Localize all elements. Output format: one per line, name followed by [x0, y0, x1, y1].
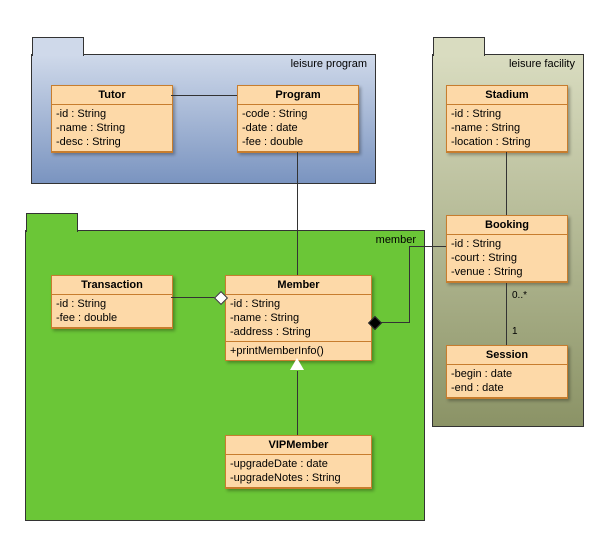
- class-attrs: -id : String -fee : double: [52, 295, 172, 328]
- attr: -fee : double: [56, 311, 168, 325]
- inherit-vip-member: [297, 371, 298, 435]
- attr: -upgradeNotes : String: [230, 471, 367, 485]
- assoc-booking-session: [506, 283, 507, 345]
- package-tab: [32, 37, 84, 56]
- multiplicity: 1: [512, 326, 518, 337]
- inheritance-arrow-icon: [290, 358, 304, 370]
- class-attrs: -id : String -name : String -desc : Stri…: [52, 105, 172, 152]
- attr: -name : String: [230, 311, 367, 325]
- class-booking: Booking -id : String -court : String -ve…: [446, 215, 568, 283]
- op: +printMemberInfo(): [230, 344, 367, 358]
- aggr-transaction-member: [171, 297, 216, 298]
- attr: -location : String: [451, 135, 563, 149]
- assoc-program-member: [297, 152, 298, 275]
- class-transaction: Transaction -id : String -fee : double: [51, 275, 173, 329]
- attr: -fee : double: [242, 135, 354, 149]
- class-title: Stadium: [447, 86, 567, 105]
- class-attrs: -id : String -court : String -venue : St…: [447, 235, 567, 282]
- class-tutor: Tutor -id : String -name : String -desc …: [51, 85, 173, 153]
- class-attrs: -id : String -name : String -address : S…: [226, 295, 371, 342]
- class-title: Member: [226, 276, 371, 295]
- class-title: Booking: [447, 216, 567, 235]
- class-attrs: -begin : date -end : date: [447, 365, 567, 398]
- attr: -end : date: [451, 381, 563, 395]
- comp-member-booking-v: [409, 246, 410, 323]
- comp-member-booking-h2: [409, 246, 446, 247]
- package-tab: [26, 213, 78, 232]
- attr: -address : String: [230, 325, 367, 339]
- class-title: VIPMember: [226, 436, 371, 455]
- class-title: Transaction: [52, 276, 172, 295]
- class-member: Member -id : String -name : String -addr…: [225, 275, 372, 361]
- attr: -begin : date: [451, 367, 563, 381]
- class-program: Program -code : String -date : date -fee…: [237, 85, 359, 153]
- package-tab: [433, 37, 485, 56]
- attr: -code : String: [242, 107, 354, 121]
- attr: -id : String: [451, 237, 563, 251]
- attr: -name : String: [451, 121, 563, 135]
- class-title: Program: [238, 86, 358, 105]
- class-attrs: -code : String -date : date -fee : doubl…: [238, 105, 358, 152]
- class-title: Tutor: [52, 86, 172, 105]
- package-label: member: [376, 234, 416, 246]
- attr: -desc : String: [56, 135, 168, 149]
- attr: -upgradeDate : date: [230, 457, 367, 471]
- attr: -id : String: [56, 297, 168, 311]
- class-title: Session: [447, 346, 567, 365]
- class-attrs: -id : String -name : String -location : …: [447, 105, 567, 152]
- comp-member-booking: [380, 322, 409, 323]
- multiplicity: 0..*: [512, 290, 527, 301]
- package-label: leisure facility: [509, 58, 575, 70]
- class-stadium: Stadium -id : String -name : String -loc…: [446, 85, 568, 153]
- attr: -id : String: [451, 107, 563, 121]
- attr: -name : String: [56, 121, 168, 135]
- attr: -venue : String: [451, 265, 563, 279]
- assoc-stadium-booking: [506, 152, 507, 215]
- package-label: leisure program: [291, 58, 367, 70]
- attr: -date : date: [242, 121, 354, 135]
- attr: -id : String: [230, 297, 367, 311]
- class-attrs: -upgradeDate : date -upgradeNotes : Stri…: [226, 455, 371, 488]
- class-vipmember: VIPMember -upgradeDate : date -upgradeNo…: [225, 435, 372, 489]
- attr: -court : String: [451, 251, 563, 265]
- assoc-tutor-program: [171, 95, 237, 96]
- attr: -id : String: [56, 107, 168, 121]
- class-session: Session -begin : date -end : date: [446, 345, 568, 399]
